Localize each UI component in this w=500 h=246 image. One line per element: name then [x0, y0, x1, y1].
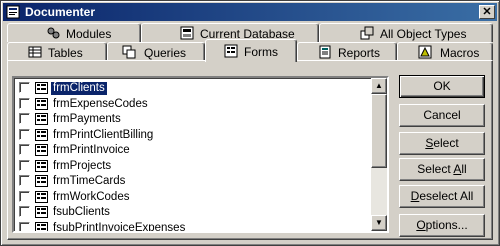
ok-button-label: OK — [433, 79, 451, 93]
form-icon — [35, 190, 48, 203]
select-label: elect — [433, 136, 459, 150]
list-item-label: frmPrintInvoice — [53, 144, 130, 156]
tab-forms-label: Forms — [244, 45, 278, 59]
list-item[interactable]: fsubPrintInvoiceExpenses — [16, 221, 373, 233]
form-icon — [35, 97, 48, 110]
form-icon — [35, 113, 48, 125]
list-item-checkbox[interactable] — [19, 128, 30, 140]
close-button[interactable]: ✕ — [479, 5, 495, 19]
documenter-app-icon — [6, 5, 20, 19]
scroll-down-button[interactable]: ▼ — [371, 215, 387, 231]
close-icon: ✕ — [482, 6, 492, 18]
scroll-thumb[interactable] — [371, 94, 387, 168]
list-item[interactable]: frmWorkCodes — [16, 190, 373, 205]
list-item-checkbox[interactable] — [19, 159, 30, 171]
form-icon — [35, 206, 48, 218]
list-item-checkbox[interactable] — [19, 206, 30, 217]
scroll-up-icon: ▲ — [375, 81, 383, 90]
cancel-button-label: Cancel — [423, 108, 461, 122]
list-item-checkbox[interactable] — [19, 190, 30, 202]
scroll-up-button[interactable]: ▲ — [371, 78, 387, 94]
list-item-label: frmPrintClientBilling — [53, 128, 154, 141]
tables-icon — [28, 46, 42, 58]
list-item[interactable]: frmExpenseCodes — [16, 97, 373, 112]
list-item[interactable]: frmPayments — [16, 112, 373, 127]
form-icon — [35, 175, 48, 187]
list-item[interactable]: frmTimeCards — [16, 174, 373, 189]
forms-listbox[interactable]: frmClients frmExpenseCodes frmPayments frmP… — [12, 76, 389, 233]
deselect-all-button[interactable]: Deselect All — [399, 185, 485, 208]
select-all-label: ll — [461, 162, 467, 176]
tab-reports-label: Reports — [338, 46, 381, 60]
tab-tables-label: Tables — [48, 46, 83, 60]
list-item[interactable]: frmPrintClientBilling — [16, 128, 373, 143]
documenter-dialog: Documenter ✕ Modules Current Database Al… — [0, 0, 500, 246]
tab-macros-label: Macros — [440, 46, 480, 60]
list-item-label: fsubClients — [53, 206, 110, 218]
list-item[interactable]: fsubClients — [16, 205, 373, 220]
title-bar[interactable]: Documenter ✕ — [3, 3, 497, 21]
list-item[interactable]: frmProjects — [16, 159, 373, 174]
select-all-button[interactable]: Select All — [399, 158, 485, 181]
forms-icon — [224, 44, 238, 58]
tab-queries[interactable]: Queries — [107, 42, 205, 61]
current-database-icon — [180, 26, 194, 40]
macros-icon — [418, 45, 432, 59]
vertical-scrollbar[interactable]: ▲ ▼ — [371, 78, 387, 231]
options-button[interactable]: Options... — [399, 214, 485, 237]
all-object-types-icon — [360, 26, 374, 40]
tab-all-object-types[interactable]: All Object Types — [319, 23, 493, 42]
list-item-label: frmProjects — [53, 159, 112, 172]
list-item-label: frmClients — [50, 81, 108, 96]
list-item-checkbox[interactable] — [19, 82, 30, 93]
tab-reports[interactable]: Reports — [297, 42, 397, 61]
select-button[interactable]: Select — [399, 132, 485, 155]
select-all-label-pre: Select — [417, 162, 454, 176]
ok-button[interactable]: OK — [399, 75, 485, 98]
list-item-label: frmPayments — [53, 113, 121, 125]
tab-modules-label: Modules — [66, 27, 112, 41]
tab-queries-label: Queries — [144, 46, 187, 60]
cancel-button[interactable]: Cancel — [399, 104, 485, 127]
tab-all-object-types-label: All Object Types — [380, 27, 467, 41]
list-item[interactable]: frmPrintInvoice — [16, 143, 373, 158]
queries-icon — [122, 45, 136, 59]
list-item-label: frmTimeCards — [53, 175, 126, 187]
list-item-checkbox[interactable] — [19, 97, 30, 109]
form-icon — [35, 82, 48, 94]
tab-tables[interactable]: Tables — [7, 42, 107, 61]
form-icon — [35, 159, 48, 172]
form-icon — [35, 144, 48, 156]
list-item-checkbox[interactable] — [19, 144, 30, 155]
tab-forms[interactable]: Forms — [205, 39, 297, 62]
list-item-checkbox[interactable] — [19, 175, 30, 186]
list-item-checkbox[interactable] — [19, 221, 30, 231]
form-icon — [35, 128, 48, 141]
options-label: ptions... — [425, 218, 468, 232]
form-icon — [35, 221, 48, 231]
window-title: Documenter — [25, 5, 96, 19]
list-item-checkbox[interactable] — [19, 113, 30, 124]
tab-modules[interactable]: Modules — [7, 23, 141, 42]
modules-icon — [47, 27, 60, 39]
list-item[interactable]: frmClients — [16, 81, 373, 96]
tab-macros[interactable]: Macros — [397, 42, 493, 61]
scroll-down-icon: ▼ — [375, 218, 383, 227]
deselect-all-accel: D — [410, 189, 420, 203]
list-item-label: frmWorkCodes — [53, 190, 130, 203]
list-item-label: fsubPrintInvoiceExpenses — [53, 221, 186, 233]
list-item-label: frmExpenseCodes — [53, 97, 148, 110]
deselect-all-label: eselect All — [419, 189, 474, 203]
reports-icon — [319, 45, 331, 59]
options-accel: O — [416, 218, 426, 232]
